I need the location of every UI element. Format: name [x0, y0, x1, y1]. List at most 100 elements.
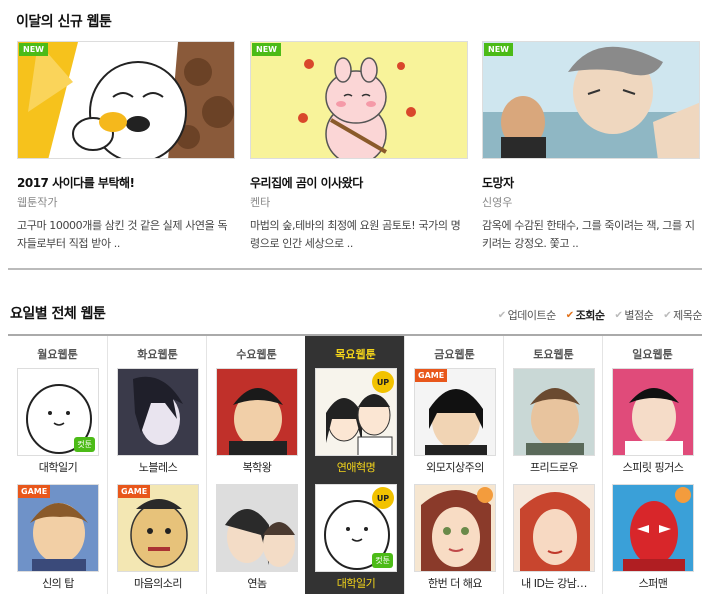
day-tab-tue[interactable]: 화요웹툰 — [108, 346, 207, 362]
person-icon — [477, 487, 493, 503]
webtoon-thumbnail[interactable]: GAME — [17, 484, 99, 572]
webtoon-thumbnail[interactable] — [513, 368, 595, 456]
webtoon-title[interactable]: 외모지상주의 — [414, 459, 496, 475]
webtoon-thumbnail[interactable]: NEW — [250, 41, 468, 159]
new-webtoon-card[interactable]: NEW 2017 사이다를 부탁해! 웹툰작가 고구마 10000개를 삼킨 것… — [17, 41, 235, 253]
thumbnail-art — [18, 42, 234, 158]
sort-label: 조회순 — [575, 309, 605, 322]
webtoon-author[interactable]: 웹툰작가 — [17, 194, 235, 210]
webtoon-thumbnail[interactable]: GAME — [117, 484, 199, 572]
game-badge: GAME — [415, 369, 448, 382]
thumbnail-art — [130, 499, 188, 568]
webtoon-item[interactable]: 노블레스 — [117, 368, 199, 475]
webtoon-thumbnail[interactable] — [414, 484, 496, 572]
webtoon-item[interactable]: 프리드로우 — [513, 368, 595, 475]
thumbnail-art — [225, 509, 295, 567]
update-badge: UP — [372, 487, 394, 509]
day-tab-sat[interactable]: 토요웹툰 — [504, 346, 603, 362]
webtoon-item[interactable]: GAME 마음의소리 — [117, 484, 199, 591]
webtoon-title[interactable]: 연놈 — [216, 575, 298, 591]
check-icon: ✔ — [497, 309, 506, 321]
thumbnail-art — [30, 503, 88, 571]
thumbnail-art — [520, 492, 590, 571]
thumbnail-art — [133, 376, 183, 445]
webtoon-title[interactable]: 복학왕 — [216, 459, 298, 475]
webtoon-title[interactable]: 대학일기 — [17, 459, 99, 475]
webtoon-author[interactable]: 켄타 — [250, 194, 468, 210]
new-badge: NEW — [484, 43, 513, 56]
webtoon-thumbnail[interactable]: 컷툰 — [17, 368, 99, 456]
thumbnail-art — [251, 42, 467, 158]
webtoon-thumbnail[interactable] — [612, 484, 694, 572]
webtoon-thumbnail[interactable] — [513, 484, 595, 572]
day-column-mon: 월요웹툰 컷툰 대학일기 GAME 신의 탑 — [8, 336, 107, 594]
webtoon-title[interactable]: 프리드로우 — [513, 459, 595, 475]
thumbnail-art — [229, 388, 287, 455]
webtoon-thumbnail[interactable]: UP — [315, 368, 397, 456]
webtoon-item[interactable]: 복학왕 — [216, 368, 298, 475]
webtoon-title[interactable]: 신의 탑 — [17, 575, 99, 591]
check-icon: ✔ — [663, 309, 672, 321]
person-icon — [675, 487, 691, 503]
webtoon-thumbnail[interactable] — [216, 484, 298, 572]
webtoon-thumbnail[interactable]: NEW — [482, 41, 700, 159]
new-webtoon-card[interactable]: NEW 도망자 신영우 감옥에 수감된 한태수, 그를 죽이려는 잭, 그를 지… — [482, 41, 700, 253]
thumbnail-art — [425, 389, 487, 455]
day-column-tue: 화요웹툰 노블레스 GAME 마음의소리 — [107, 336, 206, 594]
webtoon-title[interactable]: 도망자 — [482, 174, 700, 191]
day-tab-wed[interactable]: 수요웹툰 — [207, 346, 306, 362]
webtoon-thumbnail[interactable] — [216, 368, 298, 456]
webtoon-item[interactable]: 컷툰 대학일기 — [17, 368, 99, 475]
webtoon-title[interactable]: 노블레스 — [117, 459, 199, 475]
day-column-wed: 수요웹툰 복학왕 연놈 — [206, 336, 305, 594]
section-divider — [8, 268, 702, 270]
webtoon-thumbnail[interactable] — [117, 368, 199, 456]
webtoon-item[interactable]: UP 연애혁명 — [315, 368, 397, 475]
webtoon-title[interactable]: 스피릿 핑거스 — [612, 459, 694, 475]
webtoon-title[interactable]: 스퍼맨 — [612, 575, 694, 591]
webtoon-thumbnail[interactable]: NEW — [17, 41, 235, 159]
webtoon-item[interactable]: GAME 외모지상주의 — [414, 368, 496, 475]
webtoon-item[interactable]: 한번 더 해요 — [414, 484, 496, 591]
webtoon-title[interactable]: 한번 더 해요 — [414, 575, 496, 591]
day-tab-thu[interactable]: 목요웹툰 — [306, 346, 405, 362]
day-column-thu: 목요웹툰 UP 연애혁명 UP 컷툰 대학일기 — [305, 336, 404, 594]
day-tab-sun[interactable]: 일요웹툰 — [603, 346, 702, 362]
day-column-sat: 토요웹툰 프리드로우 내 ID는 강남… — [503, 336, 602, 594]
webtoon-author[interactable]: 신영우 — [482, 194, 700, 210]
webtoon-item[interactable]: UP 컷툰 대학일기 — [315, 484, 397, 591]
sort-label: 별점순 — [624, 309, 654, 322]
daily-webtoons-title: 요일별 전체 웹툰 — [10, 306, 106, 322]
new-webtoon-card[interactable]: NEW 우리집에 곰이 이사왔다 켄타 마법의 숲,테바의 최정예 요원 곰토토… — [250, 41, 468, 253]
sort-options: ✔ 업데이트순 ✔ 조회순 ✔ 별점순 ✔ 제목순 — [497, 307, 703, 323]
webtoon-title[interactable]: 2017 사이다를 부탁해! — [17, 174, 235, 191]
day-column-sun: 일요웹툰 스피릿 핑거스 스퍼맨 — [602, 336, 702, 594]
day-tab-mon[interactable]: 월요웹툰 — [8, 346, 107, 362]
sort-title[interactable]: ✔ 제목순 — [663, 307, 702, 323]
webtoon-thumbnail[interactable] — [612, 368, 694, 456]
webtoon-description: 감옥에 수감된 한태수, 그를 죽이려는 잭, 그를 지키려는 강정오. 쫓고 … — [482, 219, 695, 250]
day-column-fri: 금요웹툰 GAME 외모지상주의 한번 더 해요 — [404, 336, 503, 594]
thumbnail-art — [625, 388, 683, 455]
game-badge: GAME — [18, 485, 51, 498]
day-tab-fri[interactable]: 금요웹툰 — [405, 346, 504, 362]
webtoon-title[interactable]: 마음의소리 — [117, 575, 199, 591]
webtoon-item[interactable]: 스피릿 핑거스 — [612, 368, 694, 475]
webtoon-title[interactable]: 연애혁명 — [315, 459, 397, 475]
webtoon-thumbnail[interactable]: GAME — [414, 368, 496, 456]
webtoon-title[interactable]: 대학일기 — [315, 575, 397, 591]
webtoon-item[interactable]: 내 ID는 강남… — [513, 484, 595, 591]
webtoon-description: 마법의 숲,테바의 최정예 요원 곰토토! 국가의 명령으로 인간 세상으로 .… — [250, 219, 461, 250]
webtoon-thumbnail[interactable]: UP 컷툰 — [315, 484, 397, 572]
sort-update[interactable]: ✔ 업데이트순 — [497, 307, 557, 323]
thumbnail-art — [526, 388, 584, 455]
sort-views[interactable]: ✔ 조회순 — [566, 307, 605, 323]
game-badge: GAME — [118, 485, 151, 498]
webtoon-item[interactable]: GAME 신의 탑 — [17, 484, 99, 591]
webtoon-title[interactable]: 우리집에 곰이 이사왔다 — [250, 174, 468, 191]
webtoon-item[interactable]: 연놈 — [216, 484, 298, 591]
webtoon-item[interactable]: 스퍼맨 — [612, 484, 694, 591]
sort-rating[interactable]: ✔ 별점순 — [614, 307, 653, 323]
webtoon-title[interactable]: 내 ID는 강남… — [513, 575, 595, 591]
webtoon-description: 고구마 10000개를 삼킨 것 같은 실제 사연을 독자들로부터 직접 받아 … — [17, 219, 228, 250]
